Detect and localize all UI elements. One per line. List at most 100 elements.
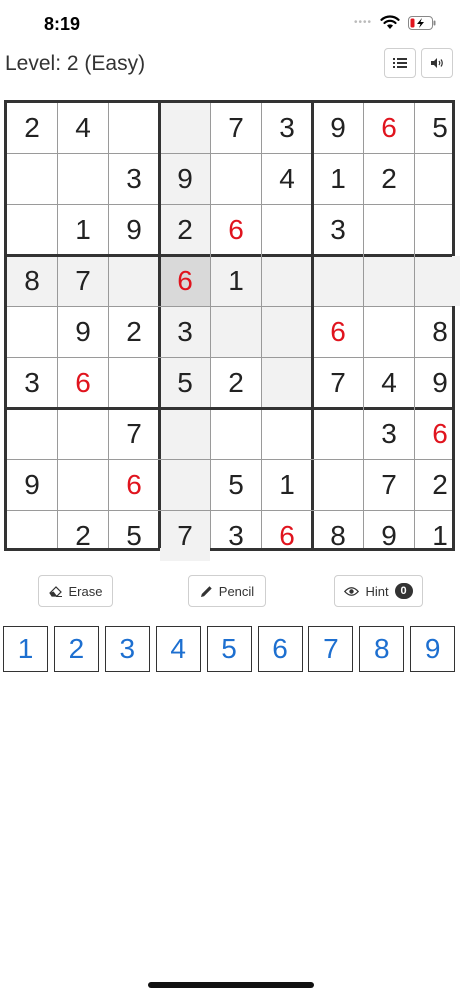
sudoku-cell[interactable]: 3 — [160, 307, 210, 357]
sudoku-cell[interactable] — [58, 460, 108, 510]
sudoku-cell[interactable]: 4 — [364, 358, 414, 408]
pencil-button[interactable]: Pencil — [188, 575, 266, 607]
sudoku-cell[interactable]: 6 — [211, 205, 261, 255]
sudoku-cell[interactable]: 2 — [415, 460, 460, 510]
sudoku-cell[interactable]: 6 — [364, 103, 414, 153]
sudoku-cell[interactable] — [7, 205, 57, 255]
number-button[interactable]: 6 — [257, 626, 303, 672]
erase-button[interactable]: Erase — [38, 575, 113, 607]
menu-button[interactable] — [384, 48, 416, 78]
sudoku-cell[interactable]: 1 — [211, 256, 261, 306]
sudoku-cell[interactable]: 3 — [364, 409, 414, 459]
sudoku-cell[interactable] — [160, 103, 210, 153]
sudoku-cell[interactable]: 9 — [58, 307, 108, 357]
sound-button[interactable] — [421, 48, 453, 78]
sudoku-cell[interactable] — [109, 103, 159, 153]
sudoku-cell[interactable]: 9 — [109, 205, 159, 255]
number-button[interactable]: 2 — [53, 626, 99, 672]
sudoku-cell[interactable]: 9 — [313, 103, 363, 153]
sudoku-cell[interactable]: 7 — [58, 256, 108, 306]
sudoku-cell[interactable]: 1 — [262, 460, 312, 510]
sudoku-cell[interactable]: 2 — [109, 307, 159, 357]
sudoku-cell[interactable] — [109, 358, 159, 408]
number-button[interactable]: 7 — [308, 626, 354, 672]
sudoku-cell[interactable]: 2 — [364, 154, 414, 204]
sudoku-cell[interactable] — [7, 511, 57, 561]
erase-label: Erase — [68, 583, 103, 599]
sudoku-cell[interactable] — [262, 358, 312, 408]
sudoku-cell[interactable]: 7 — [160, 511, 210, 561]
sudoku-cell[interactable]: 8 — [415, 307, 460, 357]
sudoku-cell[interactable]: 5 — [160, 358, 210, 408]
number-button[interactable]: 8 — [359, 626, 405, 672]
number-button[interactable]: 4 — [155, 626, 201, 672]
number-button[interactable]: 1 — [3, 626, 48, 672]
sudoku-cell[interactable] — [160, 409, 210, 459]
sudoku-cell[interactable]: 2 — [7, 103, 57, 153]
sudoku-cell[interactable] — [364, 307, 414, 357]
sudoku-cell[interactable]: 5 — [211, 460, 261, 510]
sudoku-cell[interactable]: 2 — [58, 511, 108, 561]
sudoku-cell[interactable] — [7, 154, 57, 204]
sudoku-cell[interactable] — [211, 154, 261, 204]
sudoku-cell[interactable]: 5 — [415, 103, 460, 153]
grid-line-vertical — [261, 103, 262, 548]
sudoku-cell[interactable]: 7 — [313, 358, 363, 408]
sudoku-cell[interactable]: 8 — [313, 511, 363, 561]
sudoku-cell[interactable]: 6 — [313, 307, 363, 357]
sudoku-cell[interactable]: 1 — [313, 154, 363, 204]
sudoku-cell[interactable] — [313, 460, 363, 510]
sudoku-cell[interactable]: 4 — [58, 103, 108, 153]
sudoku-cell[interactable]: 9 — [364, 511, 414, 561]
sudoku-cell[interactable] — [262, 307, 312, 357]
status-bar: 8:19 •••• — [0, 0, 460, 46]
sudoku-cell[interactable]: 7 — [109, 409, 159, 459]
sudoku-cell[interactable] — [211, 409, 261, 459]
sudoku-cell[interactable] — [109, 256, 159, 306]
sudoku-cell[interactable] — [58, 409, 108, 459]
sudoku-cell[interactable] — [313, 256, 363, 306]
sudoku-cell[interactable] — [211, 307, 261, 357]
sudoku-cell[interactable] — [415, 205, 460, 255]
sudoku-cell[interactable]: 3 — [7, 358, 57, 408]
hint-button[interactable]: Hint 0 — [334, 575, 423, 607]
sudoku-cell[interactable]: 5 — [109, 511, 159, 561]
sudoku-cell[interactable] — [262, 256, 312, 306]
sudoku-cell[interactable] — [160, 460, 210, 510]
sudoku-cell[interactable] — [364, 256, 414, 306]
sudoku-cell[interactable] — [415, 154, 460, 204]
sudoku-cell[interactable]: 9 — [160, 154, 210, 204]
sudoku-cell[interactable] — [415, 256, 460, 306]
sudoku-cell[interactable]: 2 — [160, 205, 210, 255]
sudoku-cell[interactable]: 7 — [364, 460, 414, 510]
sudoku-cell[interactable]: 3 — [211, 511, 261, 561]
sudoku-cell[interactable]: 8 — [7, 256, 57, 306]
sudoku-cell[interactable]: 7 — [211, 103, 261, 153]
sudoku-cell[interactable] — [7, 307, 57, 357]
sudoku-cell[interactable]: 3 — [262, 103, 312, 153]
sudoku-cell[interactable] — [262, 205, 312, 255]
sudoku-cell[interactable]: 4 — [262, 154, 312, 204]
sudoku-cell[interactable]: 1 — [415, 511, 460, 561]
sudoku-cell[interactable]: 9 — [415, 358, 460, 408]
sudoku-cell[interactable] — [313, 409, 363, 459]
sudoku-cell[interactable]: 1 — [58, 205, 108, 255]
grid-line-vertical — [311, 103, 314, 548]
sudoku-cell[interactable]: 9 — [7, 460, 57, 510]
sudoku-cell[interactable] — [262, 409, 312, 459]
sudoku-cell[interactable]: 6 — [415, 409, 460, 459]
sudoku-cell[interactable] — [7, 409, 57, 459]
sudoku-cell[interactable] — [364, 205, 414, 255]
sudoku-cell[interactable]: 6 — [262, 511, 312, 561]
sudoku-cell[interactable]: 6 — [58, 358, 108, 408]
sudoku-cell[interactable]: 2 — [211, 358, 261, 408]
number-button[interactable]: 9 — [410, 626, 456, 672]
sudoku-cell[interactable]: 3 — [313, 205, 363, 255]
sudoku-cell[interactable]: 3 — [109, 154, 159, 204]
sudoku-cell[interactable] — [58, 154, 108, 204]
number-button[interactable]: 5 — [206, 626, 252, 672]
number-button[interactable]: 3 — [104, 626, 150, 672]
battery-charging-icon — [408, 15, 436, 30]
sudoku-cell[interactable]: 6 — [109, 460, 159, 510]
sudoku-cell[interactable]: 6 — [160, 256, 210, 306]
